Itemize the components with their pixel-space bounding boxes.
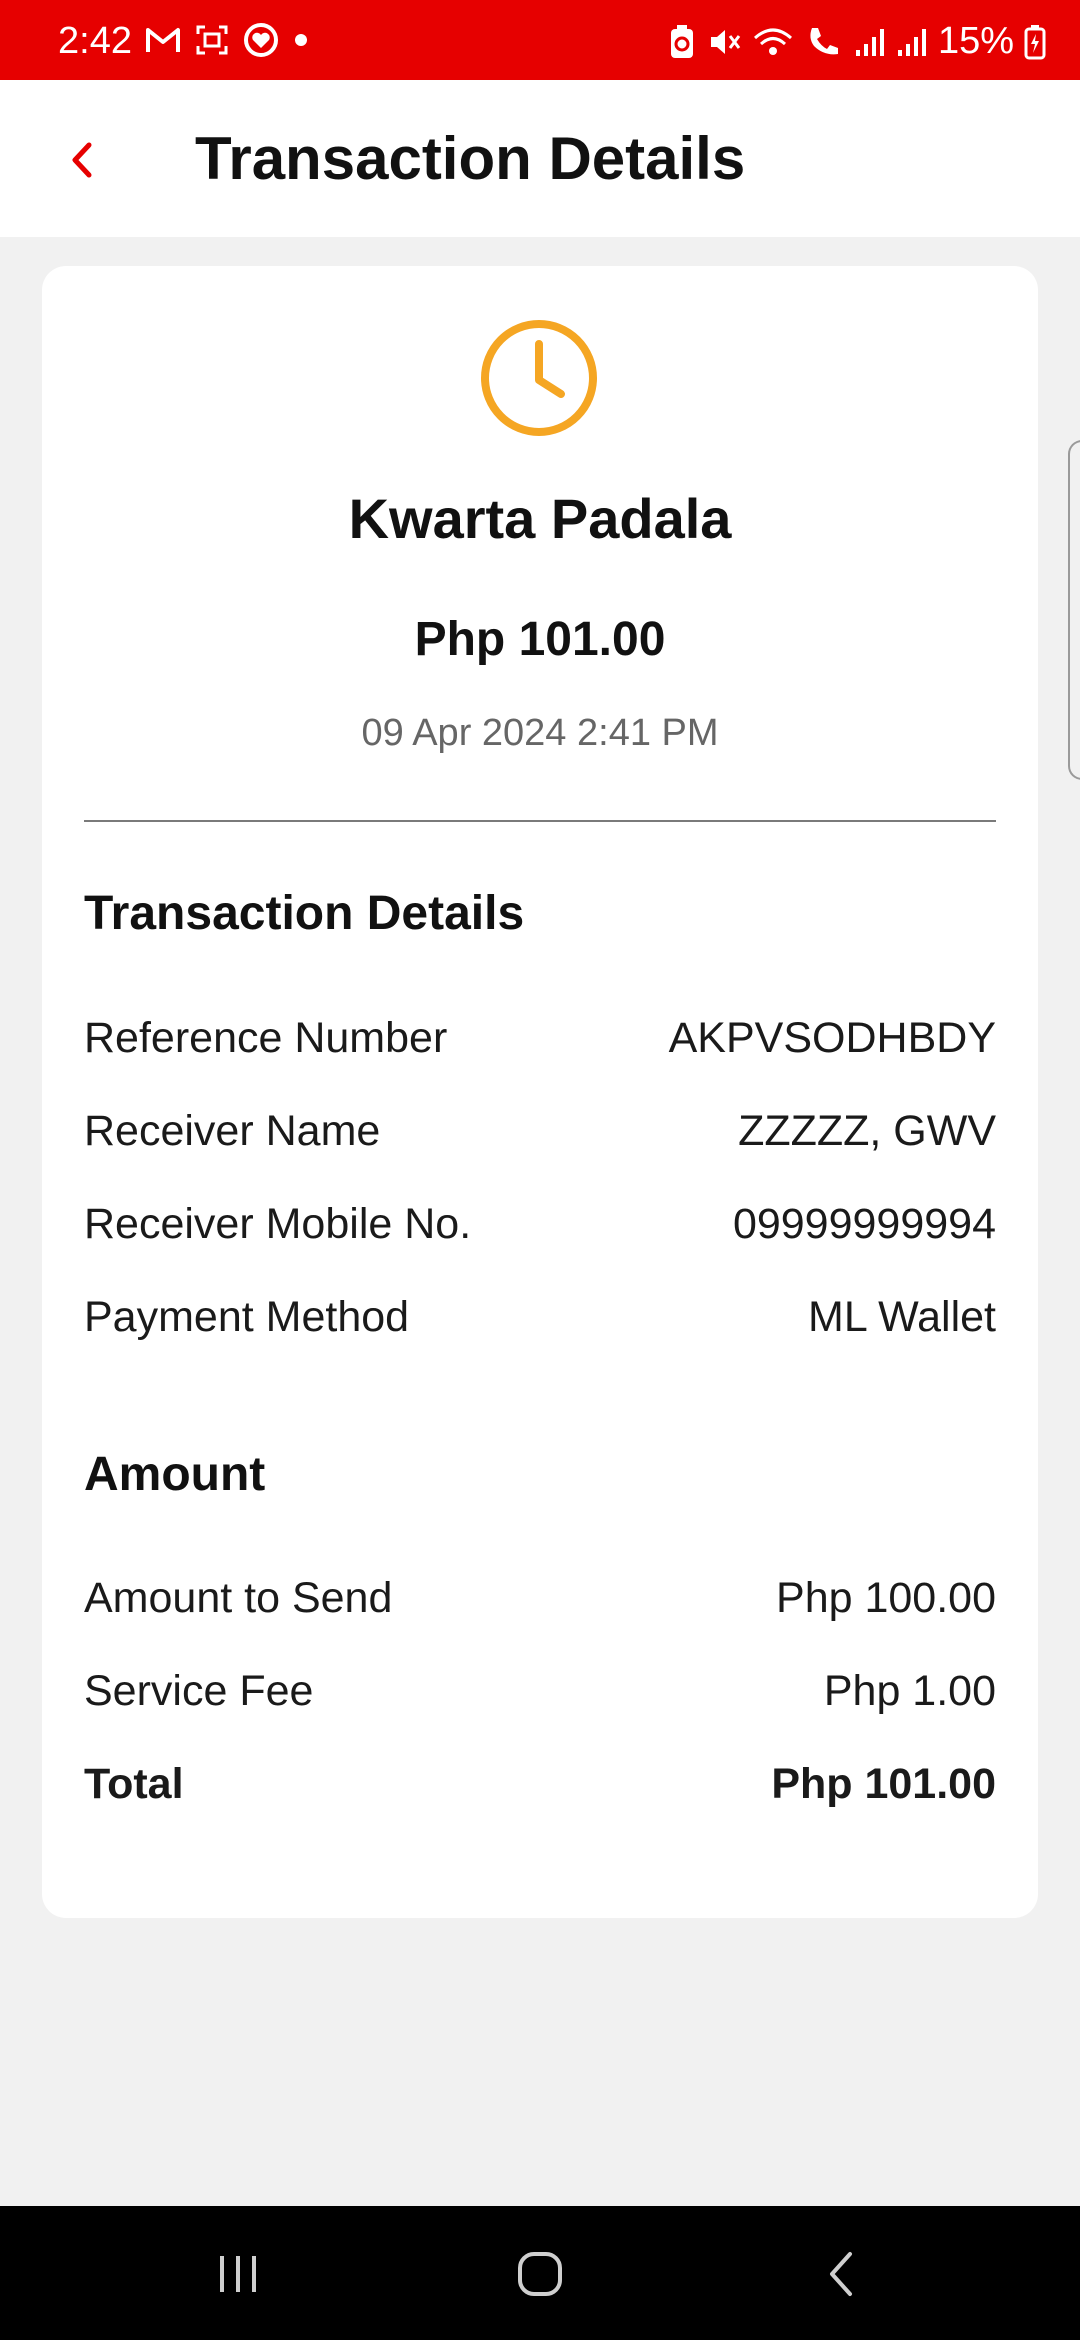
screenshot-icon <box>196 25 228 55</box>
status-bar: 2:42 15% <box>0 0 1080 80</box>
health-icon <box>244 23 278 57</box>
transaction-datetime: 09 Apr 2024 2:41 PM <box>361 712 719 754</box>
status-time: 2:42 <box>58 20 132 62</box>
amount-label: Amount to Send <box>84 1574 393 1622</box>
signal-icon <box>855 28 884 56</box>
detail-row-receiver-name: Receiver Name ZZZZZ, GWV <box>84 1107 996 1156</box>
dot-icon <box>295 34 307 46</box>
amount-value: Php 1.00 <box>823 1667 996 1715</box>
detail-value: ZZZZZ, GWV <box>738 1107 996 1155</box>
total-value: Php 101.00 <box>771 1760 996 1808</box>
gmail-icon <box>146 28 180 52</box>
recent-apps-button[interactable] <box>198 2242 278 2306</box>
back-button[interactable] <box>56 134 108 186</box>
home-icon <box>518 2252 562 2296</box>
detail-row-receiver-mobile: Receiver Mobile No. 09999999994 <box>84 1200 996 1249</box>
battery-charging-icon <box>1024 24 1046 59</box>
detail-row-reference-number: Reference Number AKPVSODHBDY <box>84 1014 996 1063</box>
total-label: Total <box>84 1760 184 1808</box>
detail-label: Receiver Name <box>84 1107 381 1155</box>
amount-label: Service Fee <box>84 1667 314 1715</box>
battery-percent: 15% <box>937 20 1014 62</box>
detail-value: ML Wallet <box>808 1293 996 1341</box>
signal-icon <box>897 28 926 56</box>
wifi-call-icon <box>810 27 838 54</box>
divider <box>84 820 996 822</box>
amount-section-title: Amount <box>84 1448 266 1501</box>
status-system-icons: 15% <box>668 20 1046 63</box>
details-section-title: Transaction Details <box>84 887 525 940</box>
transaction-amount: Php 101.00 <box>414 613 666 666</box>
chevron-left-icon <box>72 142 92 178</box>
amount-row-service-fee: Service Fee Php 1.00 <box>84 1667 996 1716</box>
wifi-calling-icon <box>753 28 792 55</box>
system-nav-bar <box>0 2206 1080 2340</box>
page-title: Transaction Details <box>195 125 746 192</box>
status-notification-icons <box>145 22 309 58</box>
battery-saver-icon <box>670 24 693 58</box>
service-name: Kwarta Padala <box>348 487 732 550</box>
back-icon <box>830 2252 852 2296</box>
detail-value: 09999999994 <box>732 1200 996 1248</box>
detail-value: AKPVSODHBDY <box>668 1014 996 1062</box>
recent-apps-icon <box>220 2256 256 2292</box>
transaction-card: Kwarta Padala Php 101.00 09 Apr 2024 2:4… <box>42 266 1038 1918</box>
amount-row-total: Total Php 101.00 <box>84 1760 996 1809</box>
nav-back-button[interactable] <box>802 2242 882 2306</box>
home-button[interactable] <box>500 2242 580 2306</box>
clock-icon <box>481 320 597 436</box>
detail-label: Payment Method <box>84 1293 410 1341</box>
detail-label: Receiver Mobile No. <box>84 1200 472 1248</box>
amount-value: Php 100.00 <box>776 1574 996 1622</box>
detail-label: Reference Number <box>84 1014 448 1062</box>
detail-row-payment-method: Payment Method ML Wallet <box>84 1293 996 1342</box>
mute-icon <box>710 29 741 54</box>
app-header: Transaction Details <box>0 80 1080 237</box>
edge-panel-handle[interactable] <box>1068 440 1080 780</box>
amount-row-amount-to-send: Amount to Send Php 100.00 <box>84 1574 996 1623</box>
